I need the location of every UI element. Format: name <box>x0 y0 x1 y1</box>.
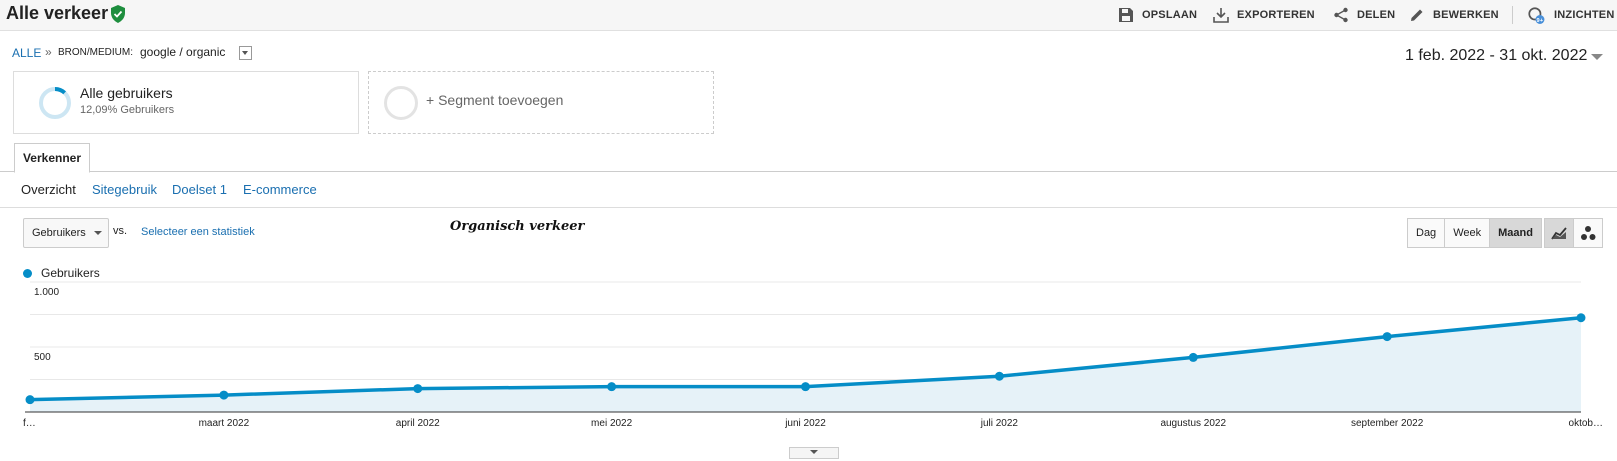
data-point <box>413 384 423 394</box>
data-point <box>607 382 617 392</box>
data-point <box>994 371 1004 381</box>
add-segment-button[interactable]: + Segment toevoegen <box>368 71 714 134</box>
chart-view-toggle <box>1544 218 1603 248</box>
insights-label: INZICHTEN <box>1554 9 1615 21</box>
users-area-chart: 500 1.000 f… maart 2022 april 2022 mei 2022 ju… <box>23 281 1603 429</box>
y-tick-label: 1.000 <box>34 287 59 298</box>
chart-title: Organisch verkeer <box>450 219 585 234</box>
series-area <box>30 317 1581 412</box>
toolbar-divider <box>1512 6 1513 24</box>
share-icon <box>1334 7 1348 23</box>
insights-badge: 9+ <box>1537 18 1544 24</box>
page-title: Alle verkeer <box>6 3 109 23</box>
save-label: OPSLAAN <box>1142 9 1198 21</box>
legend-label: Gebruikers <box>41 266 100 280</box>
breadcrumb-root-link[interactable]: ALLE <box>12 46 41 60</box>
x-tick-label: juni 2022 <box>784 418 826 429</box>
period-month-button[interactable]: Maand <box>1489 218 1542 248</box>
save-button[interactable]: OPSLAAN <box>1118 0 1197 30</box>
metric-select-value: Gebruikers <box>32 227 86 239</box>
tab-divider <box>0 171 1617 172</box>
segment-ring-icon <box>39 87 71 119</box>
line-chart-icon <box>1551 227 1567 240</box>
insights-icon: 9+ <box>1528 7 1545 24</box>
share-label: DELEN <box>1357 9 1396 21</box>
verified-shield-icon <box>111 5 125 23</box>
chevron-down-icon[interactable] <box>1591 54 1603 60</box>
data-point <box>1576 313 1586 323</box>
select-comparison-metric-link[interactable]: Selecteer een statistiek <box>141 226 255 238</box>
subnav-goal-set-1[interactable]: Doelset 1 <box>172 182 227 197</box>
save-icon <box>1119 8 1133 22</box>
y-tick-label: 500 <box>34 352 51 363</box>
period-toggle: Dag Week Maand <box>1407 218 1542 248</box>
breadcrumb-separator: » <box>45 45 52 59</box>
legend-swatch <box>23 269 32 278</box>
insights-button[interactable]: 9+ INZICHTEN <box>1526 0 1614 30</box>
subnav-overview[interactable]: Overzicht <box>21 182 76 197</box>
edit-button[interactable]: BEWERKEN <box>1409 0 1499 30</box>
data-point <box>1188 352 1198 362</box>
period-week-button[interactable]: Week <box>1444 218 1491 248</box>
breadcrumb-dimension-value: google / organic <box>140 45 226 59</box>
segment-card-all-users[interactable]: Alle gebruikers 12,09% Gebruikers <box>13 71 359 134</box>
empty-segment-ring-icon <box>384 86 418 120</box>
chart-collapse-handle[interactable] <box>789 447 839 459</box>
share-button[interactable]: DELEN <box>1333 0 1395 30</box>
export-button[interactable]: EXPORTEREN <box>1213 0 1315 30</box>
edit-label: BEWERKEN <box>1433 9 1499 21</box>
subnav-ecommerce[interactable]: E-commerce <box>243 182 317 197</box>
data-point <box>219 390 229 400</box>
segment-percentage: 12,09% Gebruikers <box>80 104 175 116</box>
motion-chart-view-button[interactable] <box>1573 218 1603 248</box>
subnav-site-usage[interactable]: Sitegebruik <box>92 182 157 197</box>
tab-explorer[interactable]: Verkenner <box>14 143 90 173</box>
add-segment-label: + Segment toevoegen <box>426 92 564 108</box>
x-tick-label: mei 2022 <box>591 418 633 429</box>
x-tick-label: f… <box>23 418 36 429</box>
period-day-button[interactable]: Dag <box>1407 218 1446 248</box>
metric-select[interactable]: Gebruikers <box>23 218 109 248</box>
bubble-chart-icon <box>1581 226 1596 240</box>
x-tick-label: juli 2022 <box>980 418 1019 429</box>
x-tick-label: oktob… <box>1569 418 1603 429</box>
data-point <box>25 395 35 405</box>
report-header: Alle verkeer OPSLAAN EXPORTEREN DELEN BE… <box>0 0 1617 31</box>
pencil-icon <box>1411 9 1423 21</box>
download-icon <box>1213 8 1229 23</box>
dimension-dropdown-button[interactable] <box>239 46 252 60</box>
data-point <box>801 382 810 392</box>
x-tick-label: augustus 2022 <box>1160 418 1226 429</box>
data-point <box>1382 332 1392 342</box>
vs-label: vs. <box>113 225 128 237</box>
segment-name: Alle gebruikers <box>80 85 173 101</box>
breadcrumb-dimension-label: BRON/MEDIUM: <box>58 47 133 58</box>
line-chart-view-button[interactable] <box>1544 218 1574 248</box>
x-tick-label: september 2022 <box>1351 418 1424 429</box>
export-label: EXPORTEREN <box>1237 9 1315 21</box>
x-tick-label: april 2022 <box>396 418 440 429</box>
x-tick-label: maart 2022 <box>199 418 250 429</box>
date-range-picker[interactable]: 1 feb. 2022 - 31 okt. 2022 <box>1405 47 1587 65</box>
subnav-divider <box>0 207 1617 208</box>
